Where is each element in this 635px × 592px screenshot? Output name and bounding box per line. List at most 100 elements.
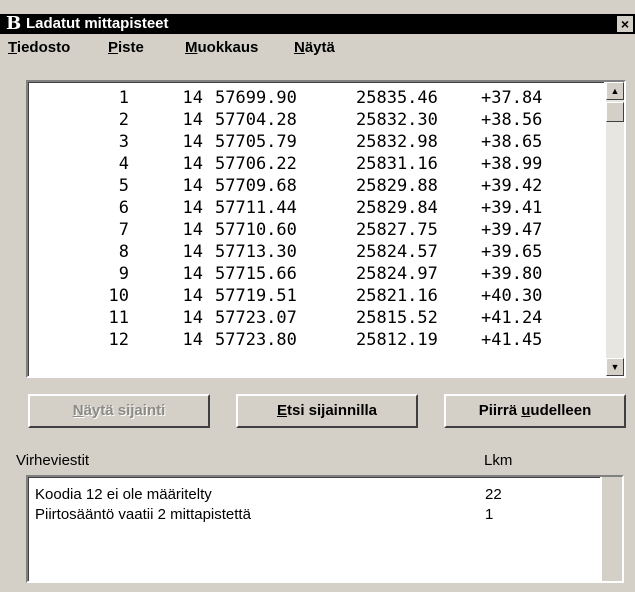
point-z-coordinate: +39.80 (481, 264, 543, 284)
point-y-coordinate: 25824.57 (356, 242, 438, 262)
point-number: 7 (118, 220, 129, 240)
point-row[interactable]: 4 14 57706.22 25831.16 +38.99 (29, 153, 589, 175)
point-z-coordinate: +39.42 (481, 176, 543, 196)
point-x-coordinate: 57706.22 (215, 154, 297, 174)
menu-point[interactable]: Piste (108, 39, 144, 57)
point-code: 14 (182, 286, 203, 306)
error-messages-list[interactable]: Koodia 12 ei ole määritelty 22 Piirtosää… (26, 475, 624, 583)
point-row[interactable]: 11 14 57723.07 25815.52 +41.24 (29, 307, 589, 329)
point-x-coordinate: 57710.60 (215, 220, 297, 240)
point-y-coordinate: 25832.30 (356, 110, 438, 130)
point-row[interactable]: 1 14 57699.90 25835.46 +37.84 (29, 87, 589, 109)
point-number: 5 (118, 176, 129, 196)
points-list-content: 1 14 57699.90 25835.46 +37.84 2 14 57704.28 2583… (28, 82, 604, 376)
menu-view[interactable]: Näytä (294, 39, 335, 57)
point-z-coordinate: +40.30 (481, 286, 543, 306)
point-code: 14 (182, 198, 203, 218)
point-row[interactable]: 2 14 57704.28 25832.30 +38.56 (29, 109, 589, 131)
error-message: Piirtosääntö vaatii 2 mittapistettä (35, 506, 251, 523)
error-messages-header: Virheviestit (16, 452, 90, 469)
show-location-button[interactable]: Näytä sijainti (28, 394, 210, 428)
scroll-up-icon[interactable]: ▲ (606, 82, 624, 100)
app-logo-icon: B (6, 13, 22, 34)
error-list-content: Koodia 12 ei ole määritelty 22 Piirtosää… (28, 477, 600, 581)
point-code: 14 (182, 154, 203, 174)
point-z-coordinate: +38.56 (481, 110, 543, 130)
point-number: 1 (118, 88, 129, 108)
point-y-coordinate: 25821.16 (356, 286, 438, 306)
point-x-coordinate: 57713.30 (215, 242, 297, 262)
point-number: 8 (118, 242, 129, 262)
point-z-coordinate: +38.65 (481, 132, 543, 152)
point-code: 14 (182, 264, 203, 284)
search-by-location-button[interactable]: Etsi sijainnilla (236, 394, 418, 428)
point-y-coordinate: 25829.84 (356, 198, 438, 218)
scroll-thumb[interactable] (606, 102, 624, 122)
point-number: 10 (108, 286, 129, 306)
error-count: 1 (485, 506, 494, 523)
point-z-coordinate: +39.41 (481, 198, 543, 218)
point-code: 14 (182, 132, 203, 152)
point-y-coordinate: 25829.88 (356, 176, 438, 196)
error-list-scrollbar[interactable] (602, 477, 622, 581)
point-x-coordinate: 57705.79 (215, 132, 297, 152)
error-count: 22 (485, 486, 502, 503)
point-z-coordinate: +41.45 (481, 330, 543, 350)
point-z-coordinate: +38.99 (481, 154, 543, 174)
menu-file[interactable]: Tiedosto (8, 39, 70, 57)
point-row[interactable]: 7 14 57710.60 25827.75 +39.47 (29, 219, 589, 241)
point-number: 12 (108, 330, 129, 350)
point-row[interactable]: 5 14 57709.68 25829.88 +39.42 (29, 175, 589, 197)
point-number: 6 (118, 198, 129, 218)
point-x-coordinate: 57723.80 (215, 330, 297, 350)
title-bar[interactable]: B Ladatut mittapisteet × (0, 14, 635, 34)
point-z-coordinate: +41.24 (481, 308, 543, 328)
point-x-coordinate: 57711.44 (215, 198, 297, 218)
error-message: Koodia 12 ei ole määritelty (35, 486, 212, 503)
point-code: 14 (182, 242, 203, 262)
point-z-coordinate: +39.47 (481, 220, 543, 240)
menu-edit[interactable]: Muokkaus (185, 39, 258, 57)
scroll-down-icon[interactable]: ▼ (606, 358, 624, 376)
point-row[interactable]: 3 14 57705.79 25832.98 +38.65 (29, 131, 589, 153)
point-x-coordinate: 57723.07 (215, 308, 297, 328)
points-scrollbar[interactable]: ▲ ▼ (606, 82, 624, 376)
point-y-coordinate: 25835.46 (356, 88, 438, 108)
point-number: 9 (118, 264, 129, 284)
point-number: 3 (118, 132, 129, 152)
point-row[interactable]: 8 14 57713.30 25824.57 +39.65 (29, 241, 589, 263)
point-code: 14 (182, 88, 203, 108)
point-row[interactable]: 10 14 57719.51 25821.16 +40.30 (29, 285, 589, 307)
point-row[interactable]: 9 14 57715.66 25824.97 +39.80 (29, 263, 589, 285)
point-y-coordinate: 25832.98 (356, 132, 438, 152)
point-code: 14 (182, 308, 203, 328)
point-x-coordinate: 57704.28 (215, 110, 297, 130)
point-z-coordinate: +39.65 (481, 242, 543, 262)
point-number: 11 (108, 308, 129, 328)
point-y-coordinate: 25831.16 (356, 154, 438, 174)
point-x-coordinate: 57709.68 (215, 176, 297, 196)
point-z-coordinate: +37.84 (481, 88, 543, 108)
point-code: 14 (182, 110, 203, 130)
points-list[interactable]: 1 14 57699.90 25835.46 +37.84 2 14 57704.28 2583… (26, 80, 626, 378)
redraw-button[interactable]: Piirrä uudelleen (444, 394, 626, 428)
window-title: Ladatut mittapisteet (26, 15, 169, 32)
menu-bar: Tiedosto Piste Muokkaus Näytä (0, 36, 635, 60)
point-y-coordinate: 25827.75 (356, 220, 438, 240)
error-count-header: Lkm (484, 452, 513, 469)
close-button[interactable]: × (617, 16, 633, 32)
point-code: 14 (182, 330, 203, 350)
point-y-coordinate: 25812.19 (356, 330, 438, 350)
point-row[interactable]: 6 14 57711.44 25829.84 +39.41 (29, 197, 589, 219)
point-x-coordinate: 57715.66 (215, 264, 297, 284)
point-code: 14 (182, 176, 203, 196)
loaded-points-window: B Ladatut mittapisteet × Tiedosto Piste … (0, 0, 635, 592)
point-x-coordinate: 57699.90 (215, 88, 297, 108)
point-y-coordinate: 25815.52 (356, 308, 438, 328)
point-row[interactable]: 12 14 57723.80 25812.19 +41.45 (29, 329, 589, 351)
point-number: 4 (118, 154, 129, 174)
point-x-coordinate: 57719.51 (215, 286, 297, 306)
point-number: 2 (118, 110, 129, 130)
point-code: 14 (182, 220, 203, 240)
point-y-coordinate: 25824.97 (356, 264, 438, 284)
